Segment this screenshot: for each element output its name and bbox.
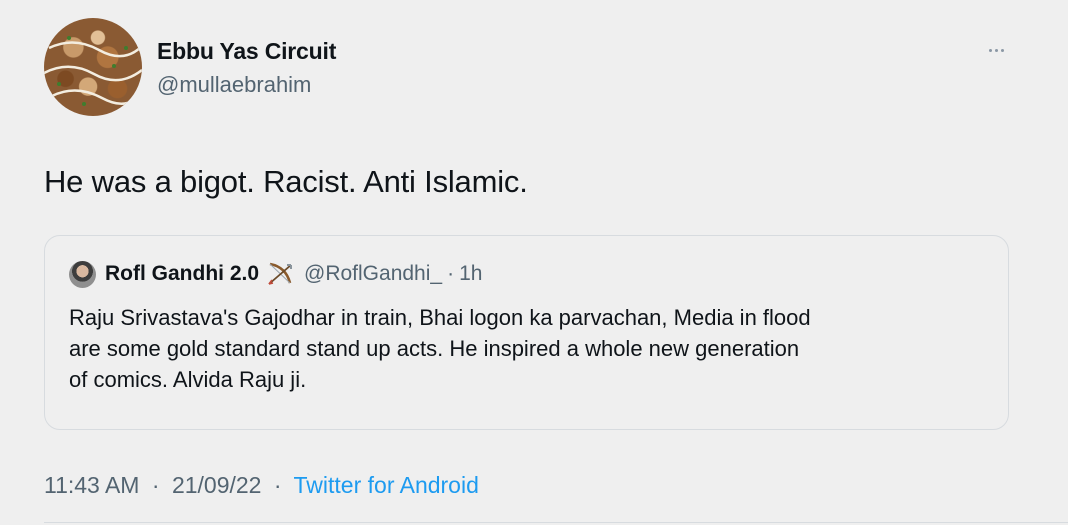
tweet: Ebbu Yas Circuit @mullaebrahim He was a …	[0, 0, 1068, 525]
tweet-source-link[interactable]: Twitter for Android	[294, 472, 479, 498]
quoted-timestamp[interactable]: 1h	[459, 262, 482, 286]
meta-separator: ·	[273, 472, 282, 498]
meta-separator: ·	[151, 472, 160, 498]
quoted-text-line: are some gold standard stand up acts. He…	[69, 336, 800, 361]
author-handle[interactable]: @mullaebrahim	[157, 72, 311, 98]
quoted-author-handle: @RoflGandhi_	[304, 262, 443, 285]
quoted-tweet-header: Rofl Gandhi 2.0 @RoflGandhi_ · 1h	[69, 260, 482, 288]
divider	[44, 522, 1068, 523]
author-display-name[interactable]: Ebbu Yas Circuit	[157, 38, 336, 65]
quoted-author-avatar	[69, 260, 96, 288]
quoted-separator: ·	[447, 262, 455, 285]
tweet-metadata: 11:43 AM · 21/09/22 · Twitter for Androi…	[44, 472, 479, 499]
tweet-time[interactable]: 11:43 AM	[44, 472, 139, 498]
quoted-tweet[interactable]: Rofl Gandhi 2.0 @RoflGandhi_ · 1h Raju S…	[44, 235, 1009, 430]
tweet-date[interactable]: 21/09/22	[172, 472, 262, 498]
quoted-author-display-name: Rofl Gandhi 2.0	[105, 262, 260, 285]
author-avatar[interactable]	[44, 18, 142, 116]
quoted-tweet-text: Raju Srivastava's Gajodhar in train, Bha…	[69, 302, 989, 395]
quoted-text-line: of comics. Alvida Raju ji.	[69, 367, 307, 392]
more-horizontal-icon	[988, 48, 992, 52]
tweet-text: He was a bigot. Racist. Anti Islamic.	[44, 164, 528, 199]
bow-and-arrow-emoji-icon	[268, 262, 293, 285]
more-options-button[interactable]	[982, 36, 1010, 64]
quoted-text-line: Raju Srivastava's Gajodhar in train, Bha…	[69, 305, 811, 330]
